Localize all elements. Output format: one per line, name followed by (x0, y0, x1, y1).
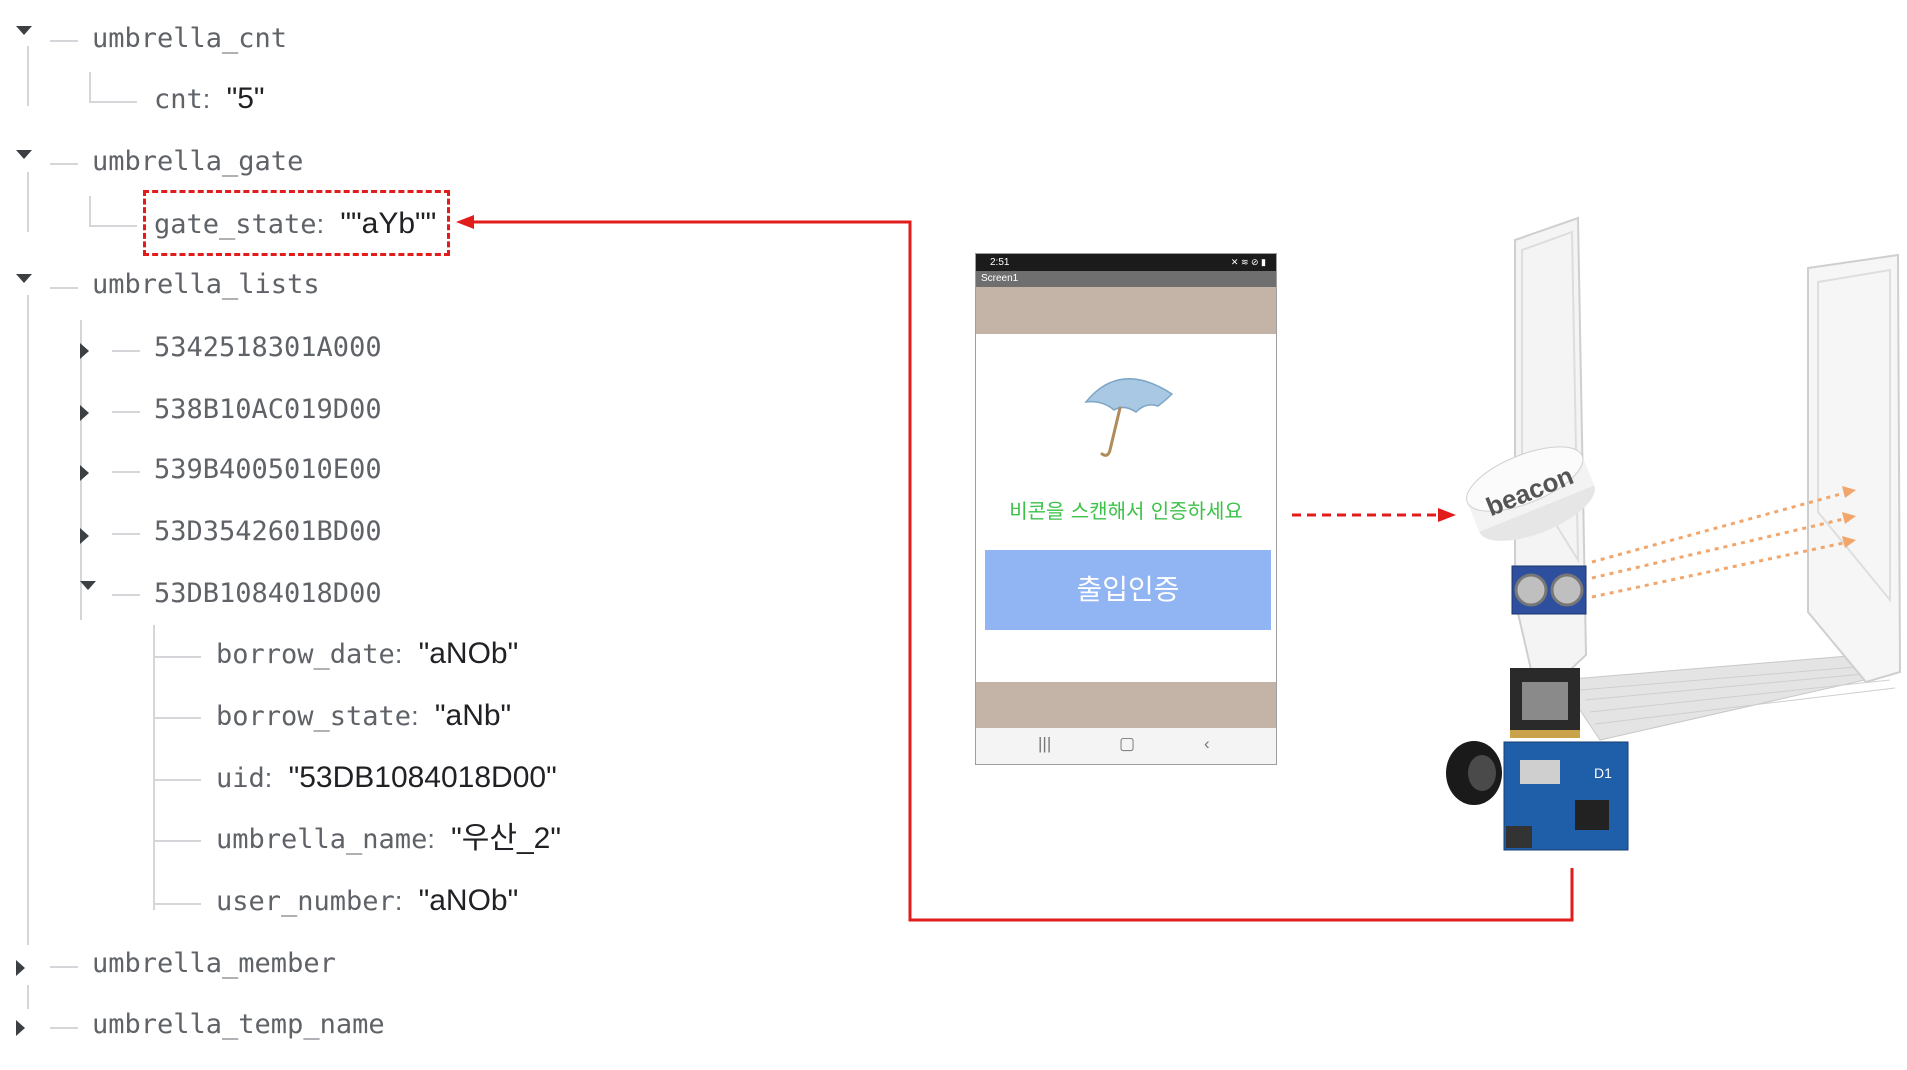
mp3-module (1510, 668, 1580, 738)
gate-pillar-right (1807, 253, 1902, 684)
ultrasonic-sensor (1511, 565, 1587, 615)
board-label: D1 (1594, 765, 1612, 781)
gate-device-illustration: beacon D1 (1446, 216, 1902, 851)
speaker (1446, 741, 1502, 805)
d1-board: D1 (1503, 741, 1629, 851)
